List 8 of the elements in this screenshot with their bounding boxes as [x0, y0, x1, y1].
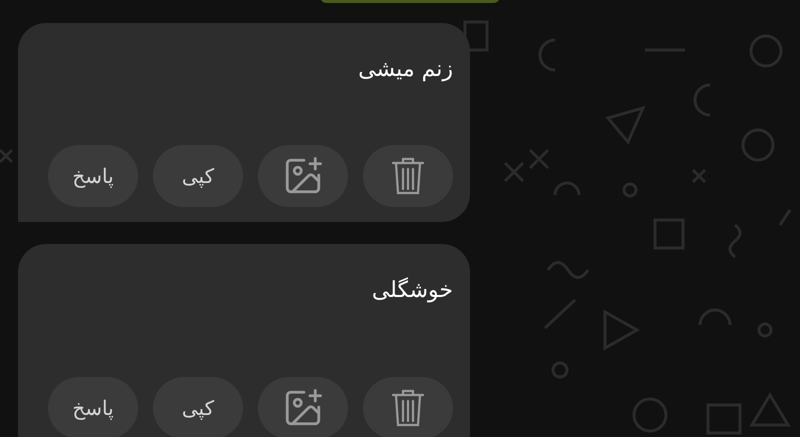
- message-text: خوشگلی: [370, 278, 453, 303]
- action-button[interactable]: پاسخ: [48, 377, 138, 437]
- action-button[interactable]: پاسخ: [48, 145, 138, 207]
- action-button[interactable]: کپی: [153, 377, 243, 437]
- action-button[interactable]: کپی: [153, 145, 243, 207]
- trash-icon: [391, 156, 425, 196]
- message-text: زنم میشی: [357, 57, 453, 82]
- trash-icon: [391, 388, 425, 428]
